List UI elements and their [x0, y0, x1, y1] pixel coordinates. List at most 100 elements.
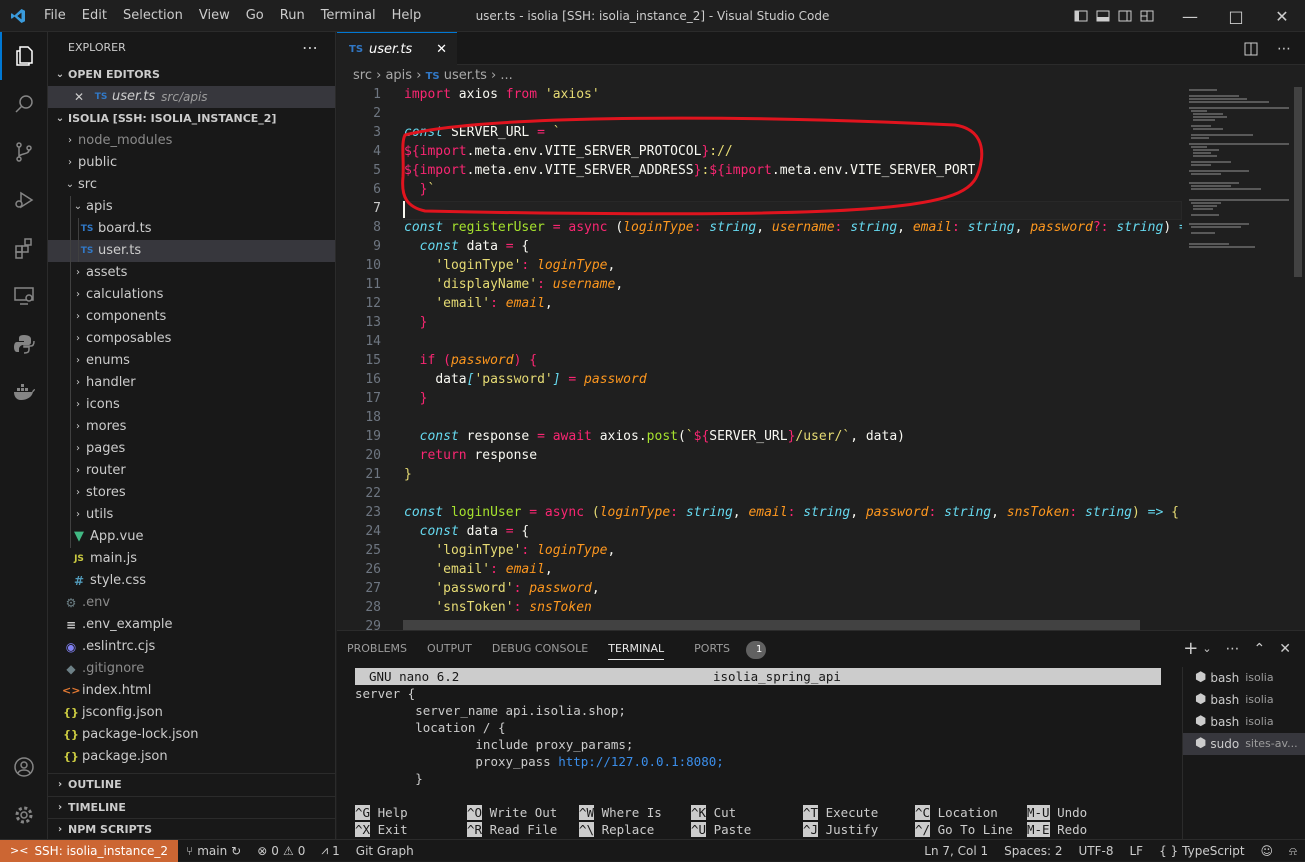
minimize-icon[interactable]: — [1167, 0, 1213, 32]
tree-file-gitignore[interactable]: ◆ .gitignore [48, 658, 335, 680]
minimap[interactable] [1187, 87, 1292, 630]
remote-explorer-icon[interactable] [0, 272, 48, 320]
breadcrumb-src[interactable]: src [353, 68, 372, 83]
language-mode[interactable]: { } TypeScript [1151, 844, 1252, 858]
problems-indicator[interactable]: ⊗ 0 ⚠ 0 [249, 844, 313, 858]
close-tab-icon[interactable]: ✕ [436, 42, 447, 57]
branch-indicator[interactable]: ⑂ main ↻ [178, 844, 249, 858]
docker-icon[interactable] [0, 368, 48, 416]
tree-folder-mores[interactable]: › mores [48, 416, 335, 438]
git-graph-button[interactable]: Git Graph [348, 844, 422, 858]
outline-section[interactable]: › OUTLINE [48, 774, 335, 796]
breadcrumb-more[interactable]: ... [500, 68, 512, 83]
new-terminal-icon[interactable]: + [1183, 638, 1198, 659]
tree-folder-enums[interactable]: › enums [48, 350, 335, 372]
close-icon[interactable]: ✕ [74, 86, 92, 108]
tab-terminal[interactable]: TERMINAL [598, 631, 674, 666]
terminal-item[interactable]: ⬢ bash isolia [1183, 667, 1305, 689]
tree-folder-stores[interactable]: › stores [48, 482, 335, 504]
explorer-icon[interactable] [0, 32, 48, 80]
tab-output[interactable]: OUTPUT [417, 631, 482, 666]
tree-folder-icons[interactable]: › icons [48, 394, 335, 416]
tab-debug-console[interactable]: DEBUG CONSOLE [482, 631, 598, 666]
tree-folder-handler[interactable]: › handler [48, 372, 335, 394]
customize-layout-icon[interactable] [1139, 8, 1155, 24]
toggle-panel-icon[interactable] [1095, 8, 1111, 24]
tree-file-env-example[interactable]: ≡ .env_example [48, 614, 335, 636]
tree-folder-router[interactable]: › router [48, 460, 335, 482]
menu-run[interactable]: Run [272, 0, 313, 32]
python-icon[interactable] [0, 320, 48, 368]
chevron-down-icon[interactable]: ⌄ [1202, 642, 1211, 655]
tab-ports[interactable]: PORTS 1 [674, 631, 776, 666]
accounts-icon[interactable] [0, 743, 48, 791]
tab-user-ts[interactable]: TS user.ts ✕ [337, 32, 457, 65]
tree-folder-apis[interactable]: ⌄ apis [48, 196, 335, 218]
tree-file-eslintrc[interactable]: ◉ .eslintrc.cjs [48, 636, 335, 658]
close-panel-icon[interactable]: ✕ [1279, 641, 1291, 657]
code-editor[interactable]: 1 2 3 4 5 6 7 8 9 10 11 12 13 14 15 16 17 18 19 20 21 22 23 24 2… [337, 87, 1182, 630]
tree-file-style-css[interactable]: # style.css [48, 570, 335, 592]
tree-folder-assets[interactable]: › assets [48, 262, 335, 284]
open-editors-section[interactable]: ⌄ OPEN EDITORS [48, 64, 335, 86]
tree-file-index-html[interactable]: <> index.html [48, 680, 335, 702]
extensions-icon[interactable] [0, 224, 48, 272]
terminal-item-active[interactable]: ⬢ sudo sites-av... [1183, 733, 1305, 755]
tree-file-package-lock[interactable]: {} package-lock.json [48, 724, 335, 746]
menu-help[interactable]: Help [384, 0, 430, 32]
indentation[interactable]: Spaces: 2 [996, 844, 1070, 858]
more-actions-icon[interactable]: ⋯ [1277, 41, 1291, 57]
notifications-icon[interactable]: ⍾ [1281, 844, 1305, 859]
tree-folder-calculations[interactable]: › calculations [48, 284, 335, 306]
maximize-icon[interactable]: □ [1213, 0, 1259, 32]
menu-selection[interactable]: Selection [115, 0, 191, 32]
tree-file-app-vue[interactable]: ▼ App.vue [48, 526, 335, 548]
run-debug-icon[interactable] [0, 176, 48, 224]
tree-file-package-json[interactable]: {} package.json [48, 746, 335, 768]
menu-go[interactable]: Go [238, 0, 272, 32]
tree-file-env[interactable]: ⚙ .env [48, 592, 335, 614]
horizontal-scrollbar[interactable] [403, 620, 1140, 630]
timeline-section[interactable]: › TIMELINE [48, 796, 335, 818]
tab-problems[interactable]: PROBLEMS [337, 631, 417, 666]
menu-edit[interactable]: Edit [74, 0, 115, 32]
more-actions-icon[interactable]: ⋯ [302, 32, 319, 64]
manage-gear-icon[interactable] [0, 791, 48, 839]
copilot-icon[interactable]: ☺ [1253, 844, 1282, 858]
open-editor-item[interactable]: ✕ TS user.ts src/apis [48, 86, 335, 108]
maximize-panel-icon[interactable]: ⌃ [1254, 641, 1266, 657]
toggle-secondary-sidebar-icon[interactable] [1117, 8, 1133, 24]
more-actions-icon[interactable]: ⋯ [1226, 641, 1240, 657]
tree-folder-components[interactable]: › components [48, 306, 335, 328]
breadcrumb-file[interactable]: user.ts [444, 68, 487, 83]
breadcrumb-apis[interactable]: apis [385, 68, 412, 83]
close-window-icon[interactable]: ✕ [1259, 0, 1305, 32]
tree-folder-node-modules[interactable]: › node_modules [48, 130, 335, 152]
split-editor-icon[interactable] [1243, 41, 1259, 57]
terminal-item[interactable]: ⬢ bash isolia [1183, 689, 1305, 711]
tree-folder-public[interactable]: › public [48, 152, 335, 174]
toggle-primary-sidebar-icon[interactable] [1073, 8, 1089, 24]
tree-folder-pages[interactable]: › pages [48, 438, 335, 460]
remote-indicator[interactable]: >< SSH: isolia_instance_2 [0, 839, 178, 862]
cursor-position[interactable]: Ln 7, Col 1 [916, 844, 996, 858]
vertical-scrollbar[interactable] [1291, 87, 1305, 630]
source-control-icon[interactable] [0, 128, 48, 176]
terminal-item[interactable]: ⬢ bash isolia [1183, 711, 1305, 733]
tree-file-board-ts[interactable]: TS board.ts [48, 218, 335, 240]
menu-view[interactable]: View [191, 0, 238, 32]
line-ending[interactable]: LF [1121, 844, 1151, 858]
ports-indicator[interactable]: ⩘ 1 [313, 843, 347, 858]
terminal-output[interactable]: GNU nano 6.2 isolia_spring_api server { s… [355, 667, 1165, 839]
search-icon[interactable] [0, 80, 48, 128]
menu-file[interactable]: File [36, 0, 74, 32]
tree-folder-composables[interactable]: › composables [48, 328, 335, 350]
tree-file-jsconfig[interactable]: {} jsconfig.json [48, 702, 335, 724]
tree-file-user-ts[interactable]: TS user.ts [48, 240, 335, 262]
encoding[interactable]: UTF-8 [1070, 844, 1121, 858]
tree-file-main-js[interactable]: JS main.js [48, 548, 335, 570]
npm-scripts-section[interactable]: › NPM SCRIPTS [48, 818, 335, 839]
menu-terminal[interactable]: Terminal [313, 0, 384, 32]
tree-folder-src[interactable]: ⌄ src [48, 174, 335, 196]
tree-folder-utils[interactable]: › utils [48, 504, 335, 526]
